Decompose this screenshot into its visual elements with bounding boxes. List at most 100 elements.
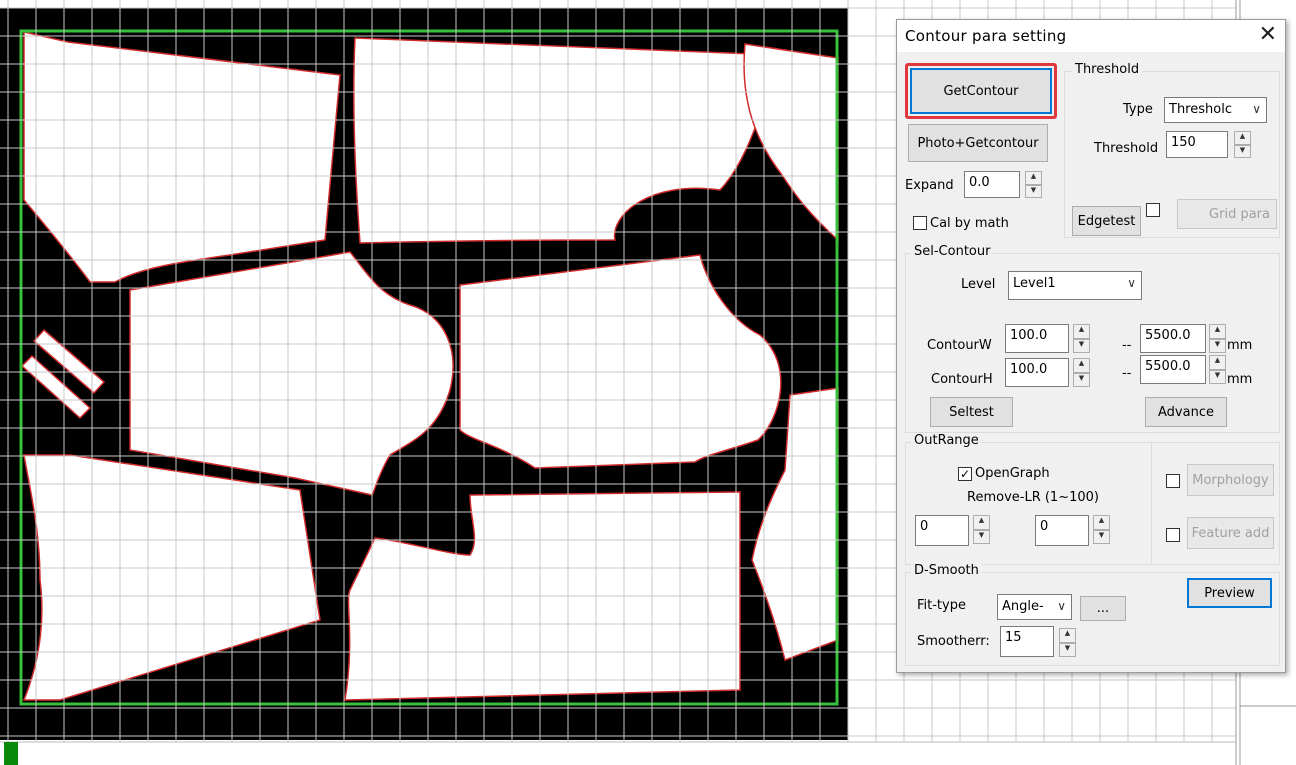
grid-para-button[interactable]: Grid para xyxy=(1177,199,1277,229)
preview-button[interactable]: Preview xyxy=(1187,578,1272,608)
contour-h-max-spinner[interactable]: ▲ ▼ xyxy=(1209,355,1226,384)
smootherr-input[interactable]: 15 xyxy=(1000,626,1054,657)
edgetest-checkbox[interactable] xyxy=(1146,203,1160,217)
fabric-pieces xyxy=(20,31,839,701)
spin-down-icon[interactable]: ▼ xyxy=(1059,642,1076,657)
spin-down-icon[interactable]: ▼ xyxy=(1073,338,1090,353)
threshold-group-label: Threshold xyxy=(1072,62,1143,77)
fit-type-select[interactable]: Angle- ∨ xyxy=(997,594,1072,620)
feature-add-label: Feature add xyxy=(1191,525,1270,541)
remove-l-spinner[interactable]: ▲ ▼ xyxy=(973,515,990,544)
chevron-down-icon: ∨ xyxy=(1252,102,1261,116)
remove-r-spinner[interactable]: ▲ ▼ xyxy=(1093,515,1110,544)
open-graph-label: OpenGraph xyxy=(975,466,1050,481)
feature-add-checkbox[interactable] xyxy=(1166,528,1180,542)
morphology-checkbox[interactable] xyxy=(1166,474,1180,488)
spin-down-icon[interactable]: ▼ xyxy=(1209,338,1226,353)
seltest-button[interactable]: Seltest xyxy=(930,397,1013,427)
fit-type-label: Fit-type xyxy=(917,598,966,613)
morphology-label: Morphology xyxy=(1192,472,1269,488)
spin-down-icon[interactable]: ▼ xyxy=(1073,372,1090,387)
spin-up-icon[interactable]: ▲ xyxy=(1234,131,1251,145)
spin-down-icon[interactable]: ▼ xyxy=(1025,184,1042,198)
chevron-down-icon: ∨ xyxy=(1127,276,1136,290)
threshold-label: Threshold xyxy=(1094,141,1159,156)
contour-w-max-input[interactable]: 5500.0 xyxy=(1140,324,1206,353)
level-select[interactable]: Level1 ∨ xyxy=(1008,271,1142,300)
fit-type-more-button[interactable]: ... xyxy=(1080,596,1126,621)
advance-label: Advance xyxy=(1158,404,1214,420)
expand-value: 0.0 xyxy=(969,175,990,190)
chevron-down-icon: ∨ xyxy=(1057,599,1066,613)
cal-by-math-checkbox[interactable] xyxy=(913,216,927,230)
spin-up-icon[interactable]: ▲ xyxy=(1073,358,1090,373)
spin-up-icon[interactable]: ▲ xyxy=(973,515,990,530)
dialog-titlebar[interactable]: Contour para setting ✕ xyxy=(897,20,1285,52)
remove-l-input[interactable]: 0 xyxy=(915,515,969,546)
contour-w-min-value: 100.0 xyxy=(1010,328,1048,343)
smootherr-spinner[interactable]: ▲ ▼ xyxy=(1059,628,1076,657)
remove-l-value: 0 xyxy=(920,519,929,534)
contour-h-min-value: 100.0 xyxy=(1010,362,1048,377)
contour-w-max-spinner[interactable]: ▲ ▼ xyxy=(1209,324,1226,353)
getcontour-highlight xyxy=(905,63,1057,119)
cal-by-math-label: Cal by math xyxy=(930,216,1009,231)
threshold-spinner[interactable]: ▲ ▼ xyxy=(1234,131,1251,158)
spin-down-icon[interactable]: ▼ xyxy=(1234,144,1251,158)
grid-para-label: Grid para xyxy=(1209,206,1270,222)
expand-label: Expand xyxy=(905,178,954,193)
contour-h-min-input[interactable]: 100.0 xyxy=(1005,358,1069,387)
preview-label: Preview xyxy=(1204,585,1255,601)
feature-add-button[interactable]: Feature add xyxy=(1187,517,1274,549)
morphology-button[interactable]: Morphology xyxy=(1187,464,1274,496)
spin-down-icon[interactable]: ▼ xyxy=(973,529,990,544)
contour-para-dialog: Contour para setting ✕ GetContour Photo+… xyxy=(896,19,1286,673)
edgetest-button[interactable]: Edgetest xyxy=(1072,206,1141,236)
outrange-group-label: OutRange xyxy=(911,433,982,448)
expand-input[interactable]: 0.0 xyxy=(964,171,1020,198)
edgetest-label: Edgetest xyxy=(1077,213,1136,229)
check-icon: ✓ xyxy=(959,467,971,481)
remove-r-input[interactable]: 0 xyxy=(1035,515,1089,546)
contour-w-min-input[interactable]: 100.0 xyxy=(1005,324,1069,353)
level-label: Level xyxy=(961,277,996,292)
sel-contour-group-label: Sel-Contour xyxy=(911,244,994,259)
spin-up-icon[interactable]: ▲ xyxy=(1059,628,1076,643)
contour-w-unit: mm xyxy=(1227,338,1253,353)
contour-h-max-value: 5500.0 xyxy=(1145,359,1191,374)
dialog-title: Contour para setting xyxy=(905,27,1067,45)
piece-top-left xyxy=(23,31,341,283)
contour-h-max-input[interactable]: 5500.0 xyxy=(1140,355,1206,384)
seltest-label: Seltest xyxy=(949,404,994,420)
spin-up-icon[interactable]: ▲ xyxy=(1093,515,1110,530)
contour-w-range-sep: -- xyxy=(1122,338,1132,353)
threshold-type-select[interactable]: Thresholc ∨ xyxy=(1164,97,1267,123)
spin-up-icon[interactable]: ▲ xyxy=(1025,171,1042,185)
contour-h-range-sep: -- xyxy=(1122,366,1132,381)
spin-up-icon[interactable]: ▲ xyxy=(1073,324,1090,339)
open-graph-checkbox[interactable]: ✓ xyxy=(958,467,972,481)
contour-w-max-value: 5500.0 xyxy=(1145,328,1191,343)
close-icon[interactable]: ✕ xyxy=(1259,23,1277,47)
d-smooth-group-label: D-Smooth xyxy=(911,563,982,578)
threshold-type-value: Thresholc xyxy=(1169,102,1232,117)
spin-down-icon[interactable]: ▼ xyxy=(1093,529,1110,544)
spin-down-icon[interactable]: ▼ xyxy=(1209,369,1226,384)
advance-button[interactable]: Advance xyxy=(1145,397,1227,427)
contour-w-min-spinner[interactable]: ▲ ▼ xyxy=(1073,324,1090,353)
threshold-input[interactable]: 150 xyxy=(1166,131,1228,158)
smootherr-label: Smootherr: xyxy=(917,634,990,649)
contour-h-min-spinner[interactable]: ▲ ▼ xyxy=(1073,358,1090,387)
origin-marker xyxy=(4,742,18,765)
contour-h-unit: mm xyxy=(1227,372,1253,387)
photo-getcontour-button[interactable]: Photo+Getcontour xyxy=(908,124,1048,162)
remove-lr-label: Remove-LR (1~100) xyxy=(967,490,1099,505)
threshold-value: 150 xyxy=(1171,135,1196,150)
expand-spinner[interactable]: ▲ ▼ xyxy=(1025,171,1042,198)
fit-type-value: Angle- xyxy=(1002,599,1044,614)
remove-r-value: 0 xyxy=(1040,519,1049,534)
spin-up-icon[interactable]: ▲ xyxy=(1209,324,1226,339)
contour-w-label: ContourW xyxy=(927,338,992,353)
spin-up-icon[interactable]: ▲ xyxy=(1209,355,1226,370)
type-label: Type xyxy=(1123,102,1153,117)
